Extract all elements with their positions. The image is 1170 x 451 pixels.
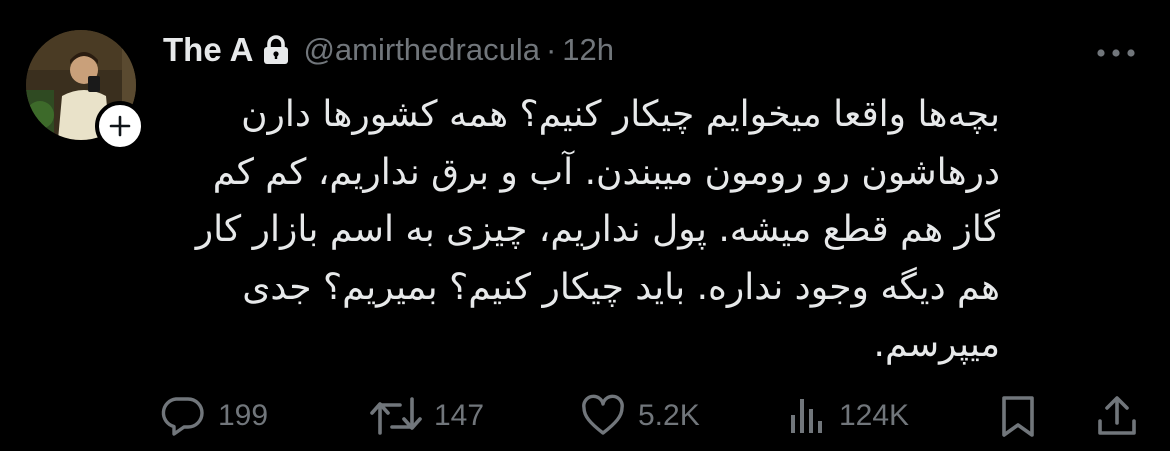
tweet-actions: 199 147 5.2K 124K xyxy=(0,390,1170,442)
lock-icon xyxy=(263,35,289,65)
reply-button[interactable]: 199 xyxy=(160,390,268,442)
views-count: 124K xyxy=(839,399,910,432)
tweet-text: بچه‌ها واقعا میخوایم چیکار کنیم؟ همه کشو… xyxy=(195,94,1000,365)
more-horizontal-icon[interactable] xyxy=(1096,44,1136,57)
views-button[interactable]: 124K xyxy=(787,390,909,442)
header-separator: · xyxy=(545,32,557,67)
like-button[interactable]: 5.2K xyxy=(580,390,700,442)
display-name[interactable]: The A xyxy=(163,31,253,69)
heart-icon xyxy=(582,394,624,435)
analytics-bars-icon xyxy=(791,399,822,433)
retweet-button[interactable]: 147 xyxy=(370,390,484,442)
bookmark-icon xyxy=(1002,396,1034,437)
tweet-header: The A @amirthedracula · 12h xyxy=(163,28,614,72)
follow-button[interactable] xyxy=(95,101,145,151)
retweet-count: 147 xyxy=(434,399,485,432)
like-count: 5.2K xyxy=(638,399,700,432)
timestamp[interactable]: 12h xyxy=(562,32,614,68)
reply-bubble-icon xyxy=(161,397,204,436)
share-button[interactable] xyxy=(1095,390,1139,442)
user-handle[interactable]: @amirthedracula xyxy=(303,32,540,68)
share-icon xyxy=(1098,396,1136,435)
bookmark-button[interactable] xyxy=(998,390,1038,442)
retweet-icon xyxy=(370,397,422,435)
tweet-card[interactable]: The A @amirthedracula · 12h بچه‌ها واقعا… xyxy=(0,0,1170,451)
reply-count: 199 xyxy=(218,399,269,432)
plus-icon xyxy=(109,115,131,137)
